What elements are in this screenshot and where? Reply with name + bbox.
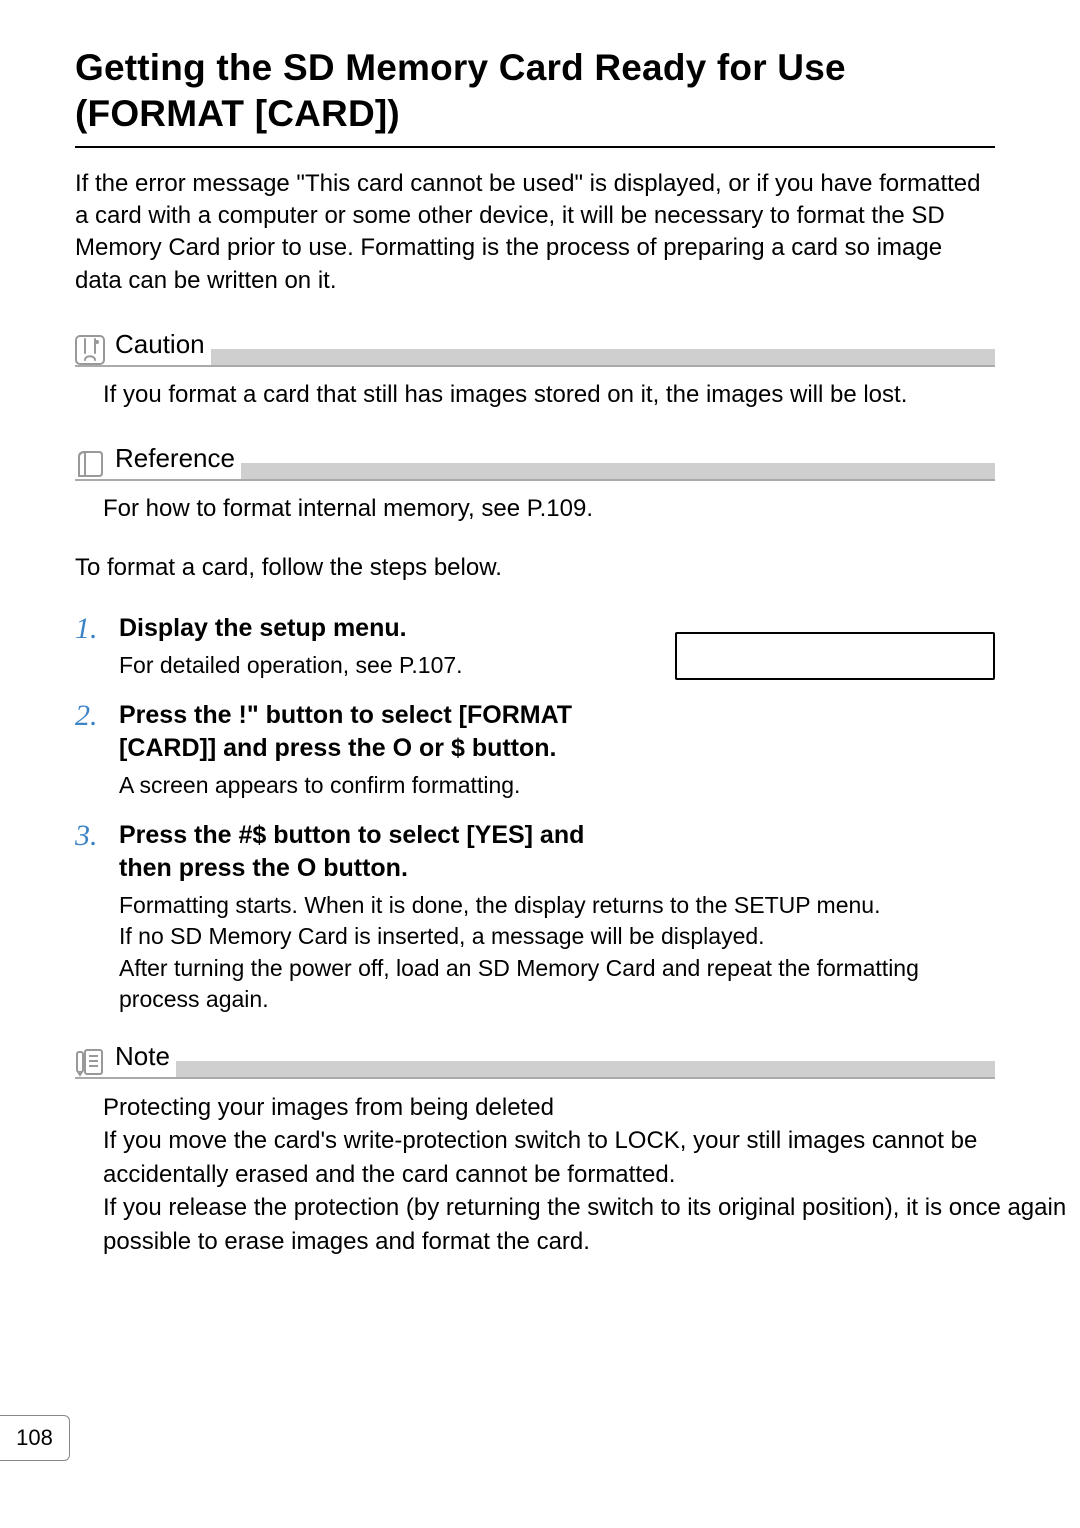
note-body: Protecting your images from being delete… [75, 1091, 1080, 1259]
reference-body: For how to format internal memory, see P… [75, 493, 995, 525]
note-icon [75, 1047, 105, 1077]
reference-icon [75, 449, 105, 479]
caution-label: Caution [111, 325, 211, 365]
step-number: 3. [75, 819, 119, 852]
reference-shade [241, 463, 995, 479]
step-text: A screen appears to confirm formatting. [119, 770, 599, 801]
step: 2. Press the !" button to select [FORMAT… [75, 699, 995, 801]
step-heading: Press the !" button to select [FORMAT [C… [119, 699, 599, 764]
page-title: Getting the SD Memory Card Ready for Use… [75, 45, 995, 148]
note-line: If you release the protection (by return… [103, 1191, 1080, 1258]
lead-sentence: To format a card, follow the steps below… [75, 554, 995, 582]
note-header-row: Note [75, 1037, 995, 1079]
page-number: 108 [0, 1415, 70, 1461]
caution-shade [211, 349, 995, 365]
caution-header-row: Caution [75, 325, 995, 367]
intro-paragraph: If the error message "This card cannot b… [75, 168, 995, 298]
note-line: Protecting your images from being delete… [103, 1091, 1080, 1125]
note-line: If you move the card's write-protection … [103, 1124, 1080, 1191]
step-number: 1. [75, 612, 119, 645]
note-label: Note [111, 1037, 176, 1077]
step: 3. Press the #$ button to select [YES] a… [75, 819, 995, 1014]
reference-label: Reference [111, 439, 241, 479]
caution-icon [75, 335, 105, 365]
caution-body: If you format a card that still has imag… [75, 379, 995, 411]
note-shade [176, 1061, 995, 1077]
step-number: 2. [75, 699, 119, 732]
step-text: Formatting starts. When it is done, the … [119, 890, 995, 1014]
reference-header-row: Reference [75, 439, 995, 481]
step-heading: Press the #$ button to select [YES] and … [119, 819, 599, 884]
screenshot-placeholder [675, 632, 995, 680]
